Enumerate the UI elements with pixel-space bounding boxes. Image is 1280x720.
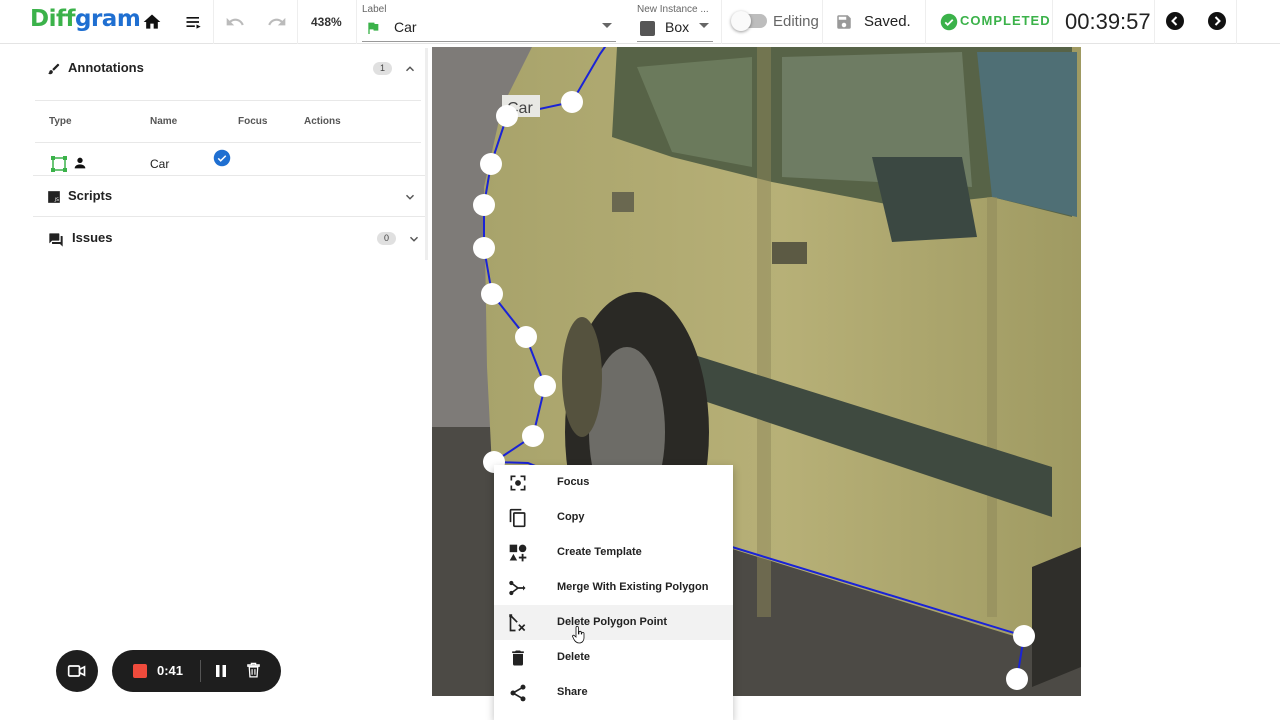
label-field-caption: Label	[362, 4, 387, 15]
polygon-icon	[51, 156, 67, 172]
redo-icon[interactable]	[265, 10, 289, 34]
javascript-icon: JS	[48, 191, 60, 203]
instance-type-select[interactable]: Box	[637, 17, 713, 42]
chevron-down-icon	[602, 23, 612, 28]
menu-item-focus[interactable]: Focus	[494, 465, 733, 500]
video-camera-icon	[67, 665, 86, 677]
column-header-focus: Focus	[238, 116, 268, 127]
svg-text:JS: JS	[54, 197, 59, 203]
shapes-plus-icon	[509, 544, 527, 562]
context-menu: Focus Copy Create Template Merge With Ex…	[494, 465, 733, 720]
recording-elapsed: 0:41	[157, 663, 184, 678]
annotations-count: 1	[373, 62, 393, 75]
menu-item-delete[interactable]: Delete	[494, 640, 733, 675]
zoom-level[interactable]: 438%	[311, 15, 342, 29]
hand-cursor-icon	[572, 626, 585, 644]
share-icon	[510, 684, 526, 702]
task-status: COMPLETED	[960, 13, 1051, 28]
menu-item-delete-polygon-point[interactable]: Delete Polygon Point	[494, 605, 733, 640]
label-select[interactable]: Car	[362, 17, 616, 42]
column-header-type: Type	[49, 116, 72, 127]
app-root: Diffgram 438% Label Car New Instance ...…	[0, 0, 1280, 720]
trash-icon	[512, 650, 524, 666]
column-header-name: Name	[150, 116, 178, 127]
chevron-down-icon[interactable]	[407, 232, 421, 246]
flag-icon	[368, 22, 379, 34]
comment-icon	[49, 233, 63, 247]
menu-list-icon[interactable]	[182, 10, 206, 34]
menu-item-create-template[interactable]: Create Template	[494, 535, 733, 570]
chevron-down-icon	[699, 23, 709, 28]
menu-item-copy[interactable]: Copy	[494, 500, 733, 535]
menu-item-merge-polygon[interactable]: Merge With Existing Polygon	[494, 570, 733, 605]
editing-label: Editing	[773, 13, 819, 30]
recording-controls: 0:41	[112, 650, 281, 692]
merge-icon	[509, 580, 526, 596]
task-timer: 00:39:57	[1065, 9, 1151, 34]
column-header-actions: Actions	[304, 116, 341, 127]
focus-check-icon[interactable]	[213, 149, 231, 167]
brush-icon	[48, 63, 60, 75]
camera-button[interactable]	[56, 650, 98, 692]
annotations-header[interactable]: Annotations 1	[33, 48, 425, 88]
annotation-name: Car	[150, 157, 170, 171]
issues-header[interactable]: Issues 0	[33, 218, 425, 258]
delete-point-icon	[509, 614, 526, 632]
chevron-up-icon[interactable]	[403, 62, 417, 76]
chevron-right-icon	[1214, 16, 1221, 26]
chevron-down-icon[interactable]	[403, 190, 417, 204]
menu-item-share[interactable]: Share	[494, 675, 733, 710]
copy-icon	[509, 508, 526, 528]
check-circle-icon	[940, 13, 958, 36]
next-task-button[interactable]	[1208, 12, 1226, 30]
previous-task-button[interactable]	[1166, 12, 1184, 30]
top-toolbar: Diffgram 438% Label Car New Instance ...…	[0, 0, 1280, 44]
editing-toggle[interactable]	[731, 11, 767, 31]
focus-icon	[510, 475, 526, 491]
undo-icon[interactable]	[223, 10, 247, 34]
diffgram-logo[interactable]: Diffgram	[30, 6, 141, 32]
person-icon	[74, 157, 86, 169]
box-icon	[640, 21, 655, 36]
save-icon[interactable]	[832, 10, 856, 34]
save-status: Saved.	[864, 13, 911, 30]
issues-count: 0	[377, 232, 397, 245]
chevron-left-icon	[1171, 16, 1178, 26]
instance-field-caption: New Instance ...	[637, 4, 709, 15]
home-icon[interactable]	[140, 10, 164, 34]
scripts-header[interactable]: JS Scripts	[33, 176, 425, 216]
discard-recording-icon[interactable]	[245, 662, 262, 679]
pause-icon[interactable]	[213, 663, 229, 679]
stop-recording-button[interactable]	[133, 664, 147, 678]
